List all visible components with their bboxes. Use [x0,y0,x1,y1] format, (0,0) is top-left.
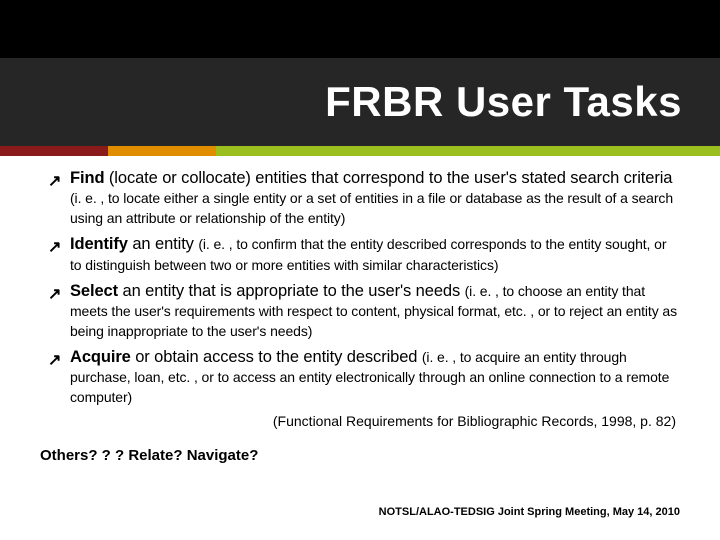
title-band: FRBR User Tasks [0,58,720,146]
slide-body: ↗ Find (locate or collocate) entities th… [48,168,680,464]
bullet-mid: an entity that is appropriate to the use… [118,282,465,300]
bullet-lead: Identify [70,235,128,253]
others-line: Others? ? ? Relate? Navigate? [40,447,680,464]
bullet-mid: or obtain access to the entity described [131,348,422,366]
bullet-arrow-icon: ↗ [48,171,70,191]
slide-title: FRBR User Tasks [325,78,682,126]
citation: (Functional Requirements for Bibliograph… [48,413,680,429]
bullet-item: ↗ Select an entity that is appropriate t… [48,281,680,341]
footer-text: NOTSL/ALAO-TEDSIG Joint Spring Meeting, … [379,506,680,518]
bullet-mid: (locate or collocate) entities that corr… [104,169,672,187]
bullet-arrow-icon: ↗ [48,350,70,370]
bullet-lead: Acquire [70,348,131,366]
accent-bar [0,146,720,156]
bullet-lead: Find [70,169,104,187]
bullet-lead: Select [70,282,118,300]
bullet-text: Acquire or obtain access to the entity d… [70,347,680,407]
bullet-arrow-icon: ↗ [48,284,70,304]
bullet-mid: an entity [128,235,198,253]
bullet-item: ↗ Acquire or obtain access to the entity… [48,347,680,407]
bullet-text: Identify an entity (i. e. , to confirm t… [70,234,680,274]
top-black-bar [0,0,720,58]
slide: FRBR User Tasks ↗ Find (locate or colloc… [0,0,720,540]
accent-green [216,146,720,156]
bullet-item: ↗ Find (locate or collocate) entities th… [48,168,680,228]
bullet-text: Select an entity that is appropriate to … [70,281,680,341]
bullet-arrow-icon: ↗ [48,237,70,257]
bullet-text: Find (locate or collocate) entities that… [70,168,680,228]
accent-red [0,146,108,156]
bullet-paren: (i. e. , to locate either a single entit… [70,190,673,226]
bullet-item: ↗ Identify an entity (i. e. , to confirm… [48,234,680,274]
accent-orange [108,146,216,156]
